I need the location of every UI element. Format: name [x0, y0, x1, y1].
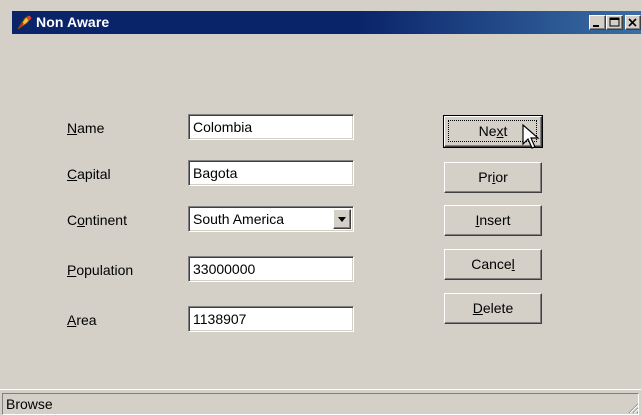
form-area: Name Colombia Capital Bagota Continent S…: [12, 34, 641, 389]
population-label: Population: [67, 262, 134, 278]
minimize-icon: [593, 25, 599, 27]
status-panel: Browse: [2, 393, 639, 415]
close-icon: [628, 18, 637, 27]
area-label: Area: [67, 312, 97, 328]
delete-button[interactable]: Delete: [444, 293, 542, 324]
area-field[interactable]: 1138907: [188, 306, 354, 332]
mouse-pointer-icon: [522, 124, 540, 149]
status-bar: Browse: [0, 389, 641, 416]
status-text: Browse: [6, 396, 53, 412]
name-label: Name: [67, 120, 105, 136]
window-title: Non Aware: [36, 14, 110, 30]
continent-select[interactable]: South America: [188, 206, 354, 232]
maximize-button[interactable]: [606, 15, 623, 30]
continent-label: Continent: [67, 212, 127, 228]
capital-label: Capital: [67, 166, 111, 182]
app-window: Non Aware Name Colombia Capital Bagota C…: [0, 0, 641, 416]
cancel-button[interactable]: Cancel: [444, 249, 542, 280]
population-field[interactable]: 33000000: [188, 256, 354, 282]
insert-button[interactable]: Insert: [444, 205, 542, 236]
chevron-down-icon[interactable]: [333, 209, 351, 229]
maximize-icon: [609, 17, 620, 27]
title-bar[interactable]: Non Aware: [12, 11, 641, 34]
continent-value: South America: [193, 211, 285, 227]
capital-field[interactable]: Bagota: [188, 160, 354, 186]
minimize-button[interactable]: [589, 15, 606, 30]
resize-grip-icon[interactable]: [627, 402, 639, 414]
app-icon: [17, 15, 32, 30]
name-field[interactable]: Colombia: [188, 114, 354, 140]
prior-button[interactable]: Prior: [444, 162, 542, 193]
close-button[interactable]: [625, 15, 641, 30]
